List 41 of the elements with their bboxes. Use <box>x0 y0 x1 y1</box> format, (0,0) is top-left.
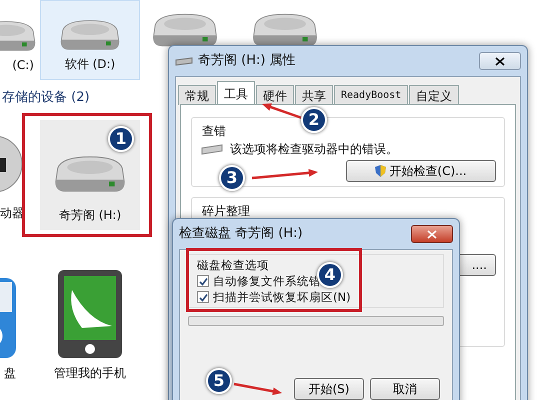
option-label: 扫描并尝试恢复坏扇区(N) <box>213 289 351 305</box>
drive-label: (C:) <box>12 57 35 74</box>
section-header: 存储的设备 (2) <box>2 89 90 107</box>
item-label: 盘 <box>4 365 17 382</box>
close-icon <box>427 230 437 239</box>
drive-tile[interactable]: (C:) <box>0 0 38 80</box>
hard-drive-icon <box>150 12 220 48</box>
tab[interactable]: ReadyBoost <box>334 85 408 105</box>
check-now-button[interactable]: 开始检查(C)... <box>346 160 496 182</box>
drive-icon <box>200 143 224 155</box>
item-label: 管理我的手机 <box>54 365 126 382</box>
description-text: 该选项将检查驱动器中的错误。 <box>230 141 398 158</box>
dialog-title: 检查磁盘 奇芳阁 (H:) <box>179 225 303 244</box>
tab[interactable]: 常规 <box>178 85 216 105</box>
pointer-arrow <box>262 103 302 120</box>
close-button[interactable] <box>479 52 521 70</box>
dvd-drive-tile[interactable]: 动器 <box>0 118 24 228</box>
tab[interactable]: 共享 <box>295 85 333 105</box>
hard-drive-icon <box>250 12 320 48</box>
checkbox[interactable] <box>197 275 209 287</box>
window-title: 奇芳阁 (H:) 属性 <box>198 52 296 70</box>
phone-icon <box>58 270 122 358</box>
device-label: 奇芳阁 (H:) <box>58 207 122 224</box>
tab[interactable]: 工具 <box>217 81 255 105</box>
device-label: 动器 <box>0 205 24 222</box>
phone-tile[interactable]: 管理我的手机 <box>40 270 140 388</box>
checkbox[interactable] <box>197 291 209 303</box>
tab[interactable]: 硬件 <box>256 85 294 105</box>
tab[interactable]: 自定义 <box>409 85 460 105</box>
drive-tile[interactable]: 软件 (D:) <box>40 0 140 80</box>
cloud-drive-tile[interactable]: 盘 <box>0 270 20 388</box>
dialog-button[interactable]: 取消 <box>370 378 440 400</box>
pointer-arrow <box>234 382 282 396</box>
drive-icon <box>175 56 193 66</box>
group-title: 磁盘检查选项 <box>197 257 269 273</box>
pointer-arrow <box>252 168 318 180</box>
close-icon <box>495 56 505 66</box>
close-button[interactable] <box>411 225 453 243</box>
dialog-button[interactable]: 开始(S) <box>294 378 364 400</box>
shield-icon <box>375 165 386 177</box>
drive-label: 软件 (D:) <box>64 56 116 73</box>
